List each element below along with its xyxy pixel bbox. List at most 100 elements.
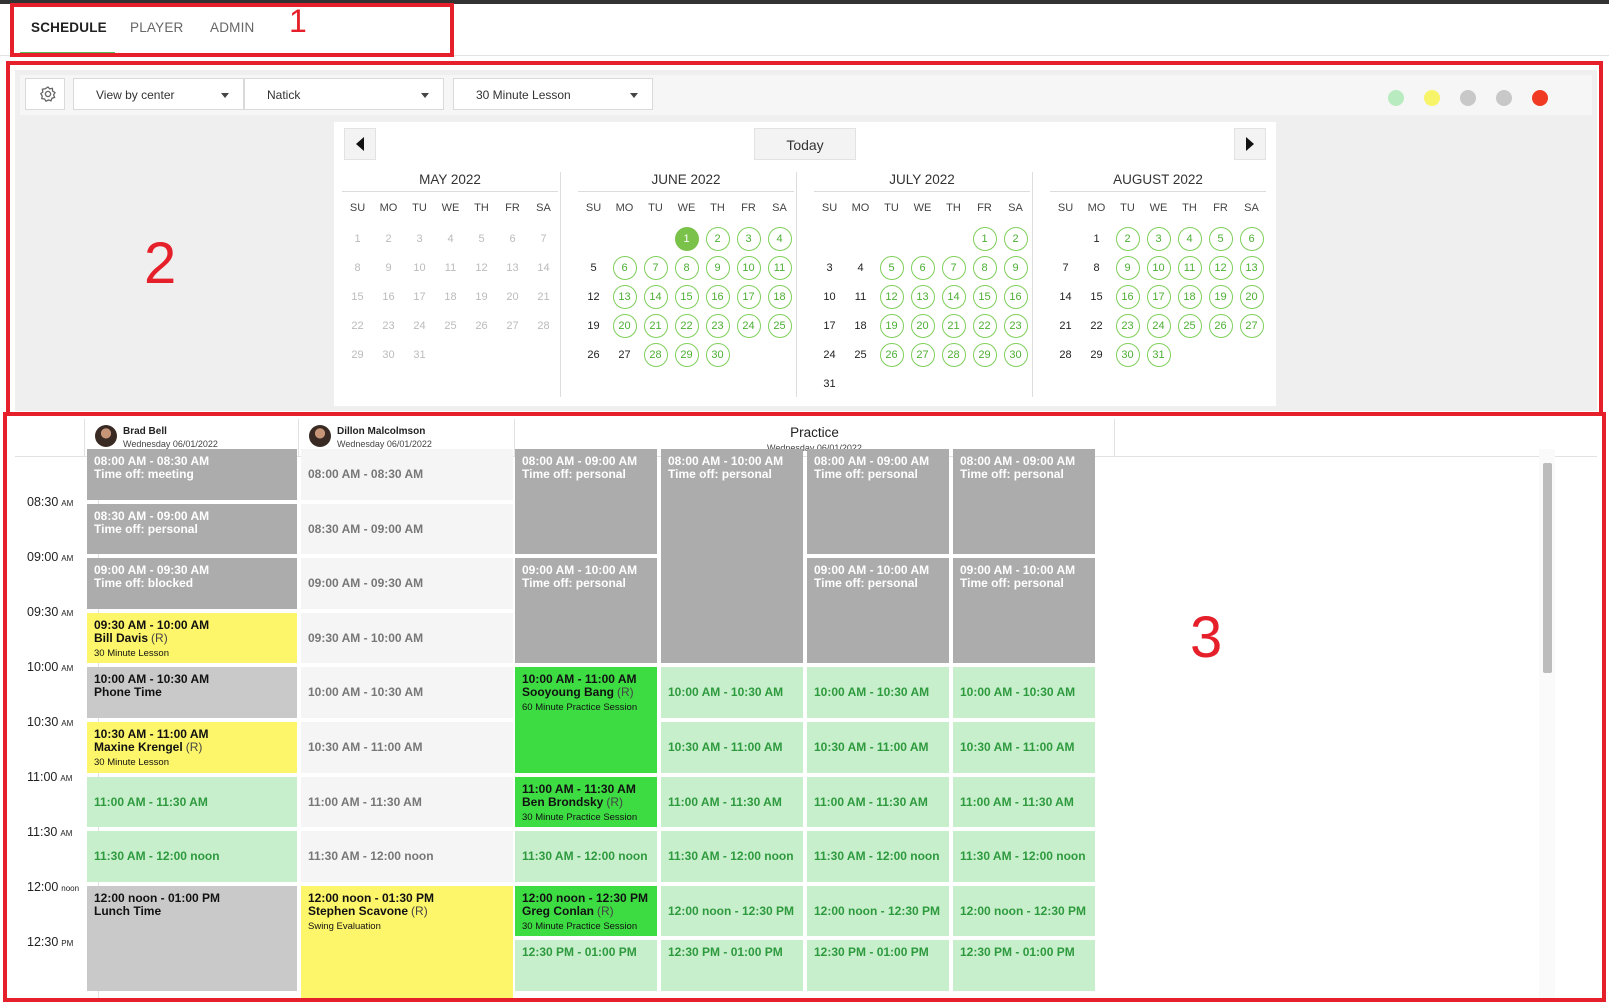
calendar-day[interactable]: 31	[814, 369, 845, 398]
booking-slot[interactable]: 08:00 AM - 10:00 AM Time off: personal	[661, 449, 803, 664]
calendar-day-available[interactable]: 30	[1112, 340, 1143, 369]
open-slot[interactable]: 10:00 AM - 10:30 AM	[661, 667, 803, 718]
open-slot[interactable]: 12:00 noon - 12:30 PM	[661, 885, 803, 937]
booking-slot[interactable]: 08:00 AM - 09:00 AM Time off: personal	[953, 449, 1095, 555]
open-slot[interactable]: 11:30 AM - 12:00 noon	[953, 831, 1095, 882]
calendar-day-available[interactable]: 4	[1174, 224, 1205, 253]
next-month-button[interactable]	[1234, 128, 1266, 160]
today-button[interactable]: Today	[754, 128, 856, 160]
calendar-day-available[interactable]: 28	[938, 340, 969, 369]
calendar-day-available[interactable]: 30	[702, 340, 733, 369]
calendar-day-available[interactable]: 21	[640, 311, 671, 340]
booking-slot[interactable]: 08:00 AM - 08:30 AM Time off: meeting	[87, 449, 297, 500]
status-dot[interactable]	[1460, 90, 1476, 106]
calendar-day-available[interactable]: 3	[733, 224, 764, 253]
calendar-day-available[interactable]: 10	[1143, 253, 1174, 282]
calendar-day-available[interactable]: 24	[733, 311, 764, 340]
calendar-day-available[interactable]: 22	[671, 311, 702, 340]
calendar-day-available[interactable]: 7	[938, 253, 969, 282]
booking-slot[interactable]: 12:00 noon - 12:30 PM Greg Conlan (R) 30 Mi…	[515, 885, 657, 937]
calendar-day-available[interactable]: 30	[1000, 340, 1031, 369]
calendar-day-available[interactable]: 8	[671, 253, 702, 282]
tab-schedule[interactable]: SCHEDULE	[31, 20, 107, 35]
calendar-day-available[interactable]: 31	[1143, 340, 1174, 369]
calendar-day-available[interactable]: 20	[907, 311, 938, 340]
calendar-day[interactable]: 11	[845, 282, 876, 311]
calendar-day-available[interactable]: 8	[969, 253, 1000, 282]
booking-slot[interactable]: 09:00 AM - 10:00 AM Time off: personal	[807, 558, 949, 664]
status-dot[interactable]	[1496, 90, 1512, 106]
open-slot[interactable]: 08:00 AM - 08:30 AM	[301, 449, 513, 500]
calendar-day-available[interactable]: 18	[764, 282, 795, 311]
calendar-day-available[interactable]: 9	[1112, 253, 1143, 282]
calendar-day-available[interactable]: 17	[733, 282, 764, 311]
calendar-day-available[interactable]: 29	[969, 340, 1000, 369]
calendar-day-available[interactable]: 11	[764, 253, 795, 282]
prev-month-button[interactable]	[344, 128, 376, 160]
calendar-day-available[interactable]: 27	[907, 340, 938, 369]
calendar-day[interactable]: 7	[1050, 253, 1081, 282]
calendar-day-available[interactable]: 15	[969, 282, 1000, 311]
calendar-day-available[interactable]: 2	[1000, 224, 1031, 253]
calendar-day[interactable]: 14	[1050, 282, 1081, 311]
center-select[interactable]: Natick	[244, 78, 444, 110]
calendar-day-available[interactable]: 17	[1143, 282, 1174, 311]
calendar-day-available[interactable]: 12	[876, 282, 907, 311]
booking-slot[interactable]: 12:00 noon - 01:30 PM Stephen Scavone (R) S…	[301, 885, 513, 998]
calendar-day-available[interactable]: 19	[1205, 282, 1236, 311]
calendar-day-available[interactable]: 9	[702, 253, 733, 282]
open-slot[interactable]: 12:30 PM - 01:00 PM	[515, 940, 657, 991]
calendar-day-available[interactable]: 27	[1236, 311, 1267, 340]
open-slot[interactable]: 11:30 AM - 12:00 noon	[87, 831, 297, 882]
calendar-day-available[interactable]: 26	[1205, 311, 1236, 340]
calendar-day-available[interactable]: 23	[702, 311, 733, 340]
calendar-day-available[interactable]: 11	[1174, 253, 1205, 282]
calendar-day[interactable]: 3	[814, 253, 845, 282]
open-slot[interactable]: 12:30 PM - 01:00 PM	[661, 940, 803, 991]
calendar-day-selected[interactable]: 1	[671, 224, 702, 253]
tab-player[interactable]: PLAYER	[130, 20, 183, 35]
calendar-day[interactable]: 8	[1081, 253, 1112, 282]
calendar-day[interactable]: 19	[578, 311, 609, 340]
calendar-day-available[interactable]: 7	[640, 253, 671, 282]
open-slot[interactable]: 12:00 noon - 12:30 PM	[953, 885, 1095, 937]
booking-slot[interactable]: 08:00 AM - 09:00 AM Time off: personal	[515, 449, 657, 555]
calendar-day[interactable]: 17	[814, 311, 845, 340]
calendar-day-available[interactable]: 22	[969, 311, 1000, 340]
calendar-day-available[interactable]: 16	[1112, 282, 1143, 311]
calendar-day-available[interactable]: 13	[1236, 253, 1267, 282]
booking-slot[interactable]: 09:00 AM - 10:00 AM Time off: personal	[953, 558, 1095, 664]
calendar-day[interactable]: 10	[814, 282, 845, 311]
calendar-day[interactable]: 25	[845, 340, 876, 369]
calendar-day[interactable]: 21	[1050, 311, 1081, 340]
calendar-day[interactable]: 27	[609, 340, 640, 369]
calendar-day[interactable]: 22	[1081, 311, 1112, 340]
calendar-day-available[interactable]: 25	[764, 311, 795, 340]
calendar-day-available[interactable]: 15	[671, 282, 702, 311]
calendar-day-available[interactable]: 20	[1236, 282, 1267, 311]
calendar-day[interactable]: 4	[845, 253, 876, 282]
status-dot[interactable]	[1532, 90, 1548, 106]
calendar-day-available[interactable]: 25	[1174, 311, 1205, 340]
calendar-day-available[interactable]: 2	[1112, 224, 1143, 253]
open-slot[interactable]: 10:00 AM - 10:30 AM	[301, 667, 513, 718]
open-slot[interactable]: 10:30 AM - 11:00 AM	[661, 722, 803, 773]
scrollbar-thumb[interactable]	[1543, 463, 1552, 673]
open-slot[interactable]: 10:30 AM - 11:00 AM	[301, 722, 513, 773]
calendar-day[interactable]: 29	[1081, 340, 1112, 369]
calendar-day[interactable]: 12	[578, 282, 609, 311]
booking-slot[interactable]: 09:30 AM - 10:00 AM Bill Davis (R) 30 Minut…	[87, 612, 297, 664]
calendar-day-available[interactable]: 5	[1205, 224, 1236, 253]
open-slot[interactable]: 09:00 AM - 09:30 AM	[301, 558, 513, 609]
calendar-day[interactable]: 1	[1081, 224, 1112, 253]
open-slot[interactable]: 09:30 AM - 10:00 AM	[301, 612, 513, 664]
open-slot[interactable]: 10:00 AM - 10:30 AM	[807, 667, 949, 718]
calendar-day-available[interactable]: 23	[1112, 311, 1143, 340]
open-slot[interactable]: 11:30 AM - 12:00 noon	[807, 831, 949, 882]
tab-admin[interactable]: ADMIN	[210, 20, 255, 35]
booking-slot[interactable]: 09:00 AM - 10:00 AM Time off: personal	[515, 558, 657, 664]
open-slot[interactable]: 12:30 PM - 01:00 PM	[953, 940, 1095, 991]
booking-slot[interactable]: 11:00 AM - 11:30 AM Ben Brondsky (R) 30 Min…	[515, 776, 657, 828]
open-slot[interactable]: 11:30 AM - 12:00 noon	[301, 831, 513, 882]
booking-slot[interactable]: 08:30 AM - 09:00 AM Time off: personal	[87, 503, 297, 555]
